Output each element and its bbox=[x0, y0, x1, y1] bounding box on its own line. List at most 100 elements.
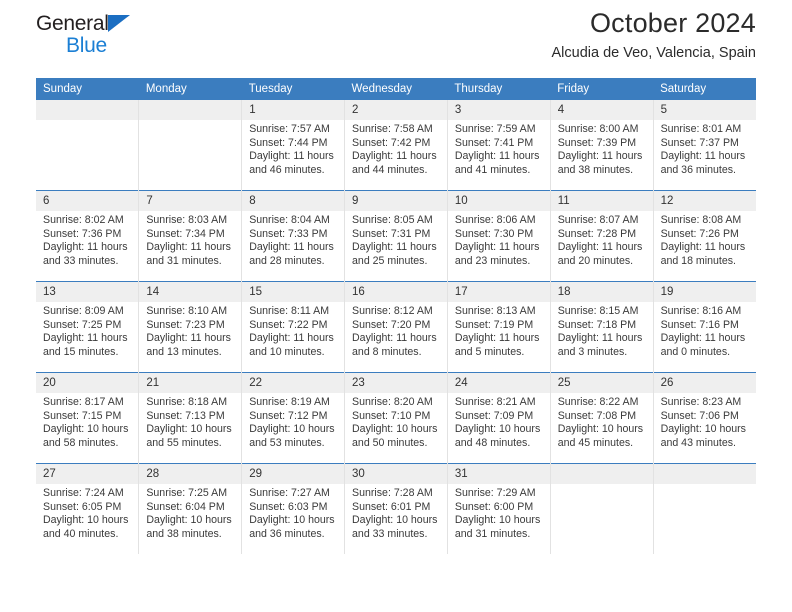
sunset-text: Sunset: 7:20 PM bbox=[352, 318, 431, 331]
sunset-text: Sunset: 7:22 PM bbox=[249, 318, 328, 331]
sunrise-text: Sunrise: 7:29 AM bbox=[454, 487, 536, 499]
page-title: October 2024 bbox=[589, 8, 756, 38]
sunset-text: Sunset: 7:44 PM bbox=[249, 136, 328, 149]
calendar-day-cell[interactable]: 30 Sunrise: 7:28 AM Sunset: 6:01 PM Dayligh… bbox=[344, 463, 448, 554]
sunrise-text: Sunrise: 8:09 AM bbox=[43, 305, 124, 317]
day-number: 9 bbox=[345, 191, 447, 211]
sunrise-text: Sunrise: 8:02 AM bbox=[43, 214, 124, 226]
calendar-week-row: 20 Sunrise: 8:17 AM Sunset: 7:15 PM Dayligh… bbox=[36, 372, 756, 464]
calendar-day-cell[interactable]: 18 Sunrise: 8:15 AM Sunset: 7:18 PM Dayligh… bbox=[549, 281, 654, 373]
day-details: Sunrise: 7:58 AM Sunset: 7:42 PM Daylight:… bbox=[345, 120, 447, 177]
sunset-text: Sunset: 7:19 PM bbox=[454, 318, 534, 331]
calendar-day-cell[interactable]: 7 Sunrise: 8:03 AM Sunset: 7:34 PM Daylight… bbox=[138, 190, 242, 282]
calendar-day-cell[interactable]: 16 Sunrise: 8:12 AM Sunset: 7:20 PM Dayligh… bbox=[344, 281, 448, 373]
day-number: 29 bbox=[242, 464, 345, 484]
calendar-day-cell[interactable]: 12 Sunrise: 8:08 AM Sunset: 7:26 PM Dayligh… bbox=[652, 190, 756, 282]
calendar-day-cell[interactable]: 24 Sunrise: 8:21 AM Sunset: 7:09 PM Dayligh… bbox=[446, 372, 551, 464]
calendar-day-cell[interactable]: 27 Sunrise: 7:24 AM Sunset: 6:05 PM Dayligh… bbox=[36, 463, 139, 554]
day-details: Sunrise: 8:11 AM Sunset: 7:22 PM Daylight:… bbox=[242, 302, 344, 359]
sunrise-text: Sunrise: 7:28 AM bbox=[352, 487, 433, 499]
sunrise-text: Sunrise: 8:06 AM bbox=[454, 214, 536, 226]
daylight-text: Daylight: 10 hours and 38 minutes. bbox=[146, 514, 232, 540]
daylight-text: Daylight: 10 hours and 53 minutes. bbox=[249, 423, 335, 449]
day-number: 13 bbox=[36, 282, 139, 302]
day-number: 31 bbox=[447, 464, 550, 484]
sunset-text: Sunset: 7:23 PM bbox=[146, 318, 225, 331]
calendar-day-cell[interactable]: 9 Sunrise: 8:05 AM Sunset: 7:31 PM Daylight… bbox=[344, 190, 448, 282]
daylight-text: Daylight: 10 hours and 55 minutes. bbox=[146, 423, 232, 449]
sunset-text: Sunset: 7:31 PM bbox=[352, 227, 431, 240]
sunset-text: Sunset: 7:36 PM bbox=[43, 227, 122, 240]
calendar-day-cell[interactable]: 6 Sunrise: 8:02 AM Sunset: 7:36 PM Daylight… bbox=[36, 190, 139, 282]
sunrise-text: Sunrise: 8:22 AM bbox=[557, 396, 639, 408]
sunset-text: Sunset: 6:04 PM bbox=[146, 500, 225, 513]
calendar-day-cell[interactable]: 20 Sunrise: 8:17 AM Sunset: 7:15 PM Dayligh… bbox=[36, 372, 139, 464]
calendar-day-cell[interactable]: 28 Sunrise: 7:25 AM Sunset: 6:04 PM Dayligh… bbox=[138, 463, 242, 554]
daylight-text: Daylight: 11 hours and 20 minutes. bbox=[557, 241, 643, 267]
sunset-text: Sunset: 7:33 PM bbox=[249, 227, 328, 240]
day-number: 20 bbox=[36, 373, 139, 393]
calendar-day-cell[interactable]: 3 Sunrise: 7:59 AM Sunset: 7:41 PM Daylight… bbox=[446, 100, 551, 191]
sunset-text: Sunset: 7:10 PM bbox=[352, 409, 431, 422]
sunrise-text: Sunrise: 8:21 AM bbox=[454, 396, 536, 408]
day-details: Sunrise: 7:28 AM Sunset: 6:01 PM Daylight:… bbox=[345, 484, 447, 541]
calendar-day-cell[interactable]: 1 Sunrise: 7:57 AM Sunset: 7:44 PM Daylight… bbox=[241, 100, 345, 191]
calendar-day-cell[interactable]: 21 Sunrise: 8:18 AM Sunset: 7:13 PM Dayligh… bbox=[138, 372, 242, 464]
calendar-day-cell[interactable]: 14 Sunrise: 8:10 AM Sunset: 7:23 PM Dayligh… bbox=[138, 281, 242, 373]
calendar-day-cell[interactable]: 8 Sunrise: 8:04 AM Sunset: 7:33 PM Daylight… bbox=[241, 190, 345, 282]
calendar-day-cell[interactable]: 15 Sunrise: 8:11 AM Sunset: 7:22 PM Dayligh… bbox=[241, 281, 345, 373]
calendar-day-cell[interactable]: 23 Sunrise: 8:20 AM Sunset: 7:10 PM Dayligh… bbox=[344, 372, 448, 464]
calendar-day-cell-empty bbox=[549, 463, 654, 554]
sunrise-text: Sunrise: 7:25 AM bbox=[146, 487, 228, 499]
day-details: Sunrise: 8:19 AM Sunset: 7:12 PM Daylight:… bbox=[242, 393, 344, 450]
calendar-day-cell[interactable]: 31 Sunrise: 7:29 AM Sunset: 6:00 PM Dayligh… bbox=[446, 463, 551, 554]
daylight-text: Daylight: 11 hours and 33 minutes. bbox=[43, 241, 128, 267]
sunrise-text: Sunrise: 8:12 AM bbox=[352, 305, 433, 317]
weekday-header-saturday: Saturday bbox=[653, 78, 756, 100]
calendar-day-cell[interactable]: 11 Sunrise: 8:07 AM Sunset: 7:28 PM Dayligh… bbox=[549, 190, 654, 282]
calendar-day-cell[interactable]: 2 Sunrise: 7:58 AM Sunset: 7:42 PM Daylight… bbox=[344, 100, 448, 191]
day-details: Sunrise: 8:16 AM Sunset: 7:16 PM Daylight:… bbox=[654, 302, 756, 359]
sunset-text: Sunset: 7:08 PM bbox=[557, 409, 637, 422]
daylight-text: Daylight: 11 hours and 5 minutes. bbox=[454, 332, 540, 358]
calendar-day-cell[interactable]: 26 Sunrise: 8:23 AM Sunset: 7:06 PM Dayligh… bbox=[652, 372, 756, 464]
sunset-text: Sunset: 7:15 PM bbox=[43, 409, 122, 422]
sunset-text: Sunset: 7:39 PM bbox=[557, 136, 637, 149]
sunrise-text: Sunrise: 8:04 AM bbox=[249, 214, 330, 226]
calendar-day-cell[interactable]: 10 Sunrise: 8:06 AM Sunset: 7:30 PM Dayligh… bbox=[446, 190, 551, 282]
calendar-day-cell[interactable]: 25 Sunrise: 8:22 AM Sunset: 7:08 PM Dayligh… bbox=[549, 372, 654, 464]
day-details: Sunrise: 8:04 AM Sunset: 7:33 PM Daylight:… bbox=[242, 211, 344, 268]
sunset-text: Sunset: 6:03 PM bbox=[249, 500, 328, 513]
day-number: 1 bbox=[242, 100, 345, 120]
day-number: 28 bbox=[139, 464, 242, 484]
calendar-week-row: 6 Sunrise: 8:02 AM Sunset: 7:36 PM Daylight… bbox=[36, 190, 756, 282]
sunrise-text: Sunrise: 7:27 AM bbox=[249, 487, 330, 499]
calendar-day-cell[interactable]: 4 Sunrise: 8:00 AM Sunset: 7:39 PM Daylight… bbox=[549, 100, 654, 191]
calendar-day-cell-empty bbox=[138, 100, 242, 191]
day-number: 12 bbox=[653, 191, 756, 211]
calendar-body: 1 Sunrise: 7:57 AM Sunset: 7:44 PM Daylight… bbox=[36, 100, 756, 554]
day-number: 4 bbox=[550, 100, 653, 120]
calendar-day-cell[interactable]: 17 Sunrise: 8:13 AM Sunset: 7:19 PM Dayligh… bbox=[446, 281, 551, 373]
day-number: 2 bbox=[345, 100, 447, 120]
day-number: 11 bbox=[550, 191, 653, 211]
day-number: 17 bbox=[447, 282, 550, 302]
sunset-text: Sunset: 7:16 PM bbox=[660, 318, 739, 331]
day-details: Sunrise: 8:06 AM Sunset: 7:30 PM Daylight:… bbox=[448, 211, 550, 268]
calendar-day-cell[interactable]: 22 Sunrise: 8:19 AM Sunset: 7:12 PM Dayligh… bbox=[241, 372, 345, 464]
sunrise-text: Sunrise: 7:58 AM bbox=[352, 123, 433, 135]
calendar-day-cell[interactable]: 5 Sunrise: 8:01 AM Sunset: 7:37 PM Daylight… bbox=[652, 100, 756, 191]
calendar-day-cell[interactable]: 13 Sunrise: 8:09 AM Sunset: 7:25 PM Dayligh… bbox=[36, 281, 139, 373]
sunset-text: Sunset: 7:13 PM bbox=[146, 409, 225, 422]
sunset-text: Sunset: 7:42 PM bbox=[352, 136, 431, 149]
sunset-text: Sunset: 7:09 PM bbox=[454, 409, 534, 422]
sunrise-text: Sunrise: 8:07 AM bbox=[557, 214, 639, 226]
daylight-text: Daylight: 11 hours and 44 minutes. bbox=[352, 150, 437, 176]
calendar-day-cell[interactable]: 29 Sunrise: 7:27 AM Sunset: 6:03 PM Dayligh… bbox=[241, 463, 345, 554]
weekday-header-monday: Monday bbox=[138, 78, 242, 100]
day-details: Sunrise: 8:02 AM Sunset: 7:36 PM Daylight:… bbox=[36, 211, 138, 268]
weekday-header-tuesday: Tuesday bbox=[241, 78, 345, 100]
calendar-day-cell[interactable]: 19 Sunrise: 8:16 AM Sunset: 7:16 PM Dayligh… bbox=[652, 281, 756, 373]
day-details: Sunrise: 8:21 AM Sunset: 7:09 PM Daylight:… bbox=[448, 393, 550, 450]
calendar-day-cell-empty bbox=[36, 100, 139, 191]
